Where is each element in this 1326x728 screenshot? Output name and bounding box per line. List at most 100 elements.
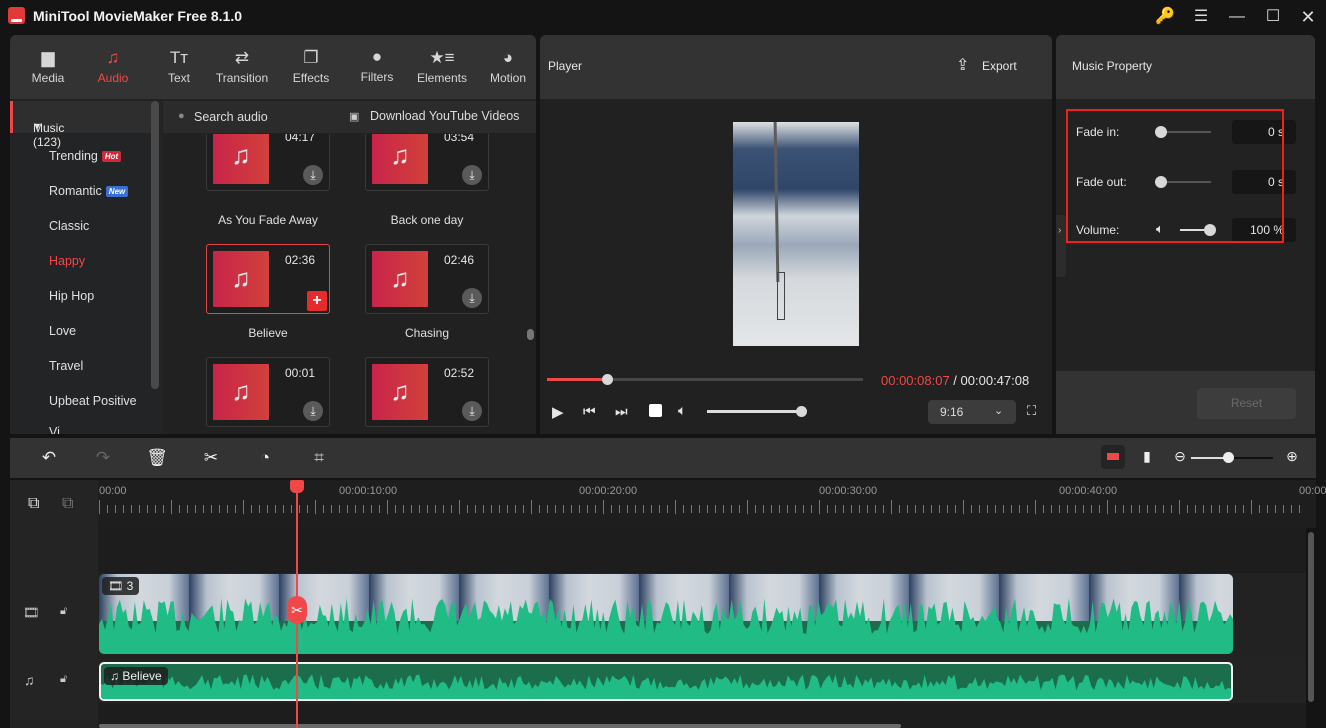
tab-transition[interactable]: ⇄ Transition	[211, 47, 273, 85]
ruler-tick	[427, 505, 428, 513]
ruler-tick	[667, 505, 668, 513]
split-button[interactable]: ✂	[199, 448, 223, 468]
speed-button[interactable]: ◔	[253, 448, 277, 468]
category-romantic[interactable]: Romantic New	[49, 184, 129, 198]
track-card[interactable]: 00:01⤓	[206, 357, 330, 427]
video-clip[interactable]: 🎞︎ 3	[99, 574, 1233, 654]
tab-media[interactable]: ▆ Media	[17, 47, 79, 85]
cable-line	[773, 122, 780, 283]
split-scissors-icon[interactable]: ✂	[287, 596, 307, 624]
volume-icon[interactable]: 🔈︎	[678, 402, 686, 419]
delete-button[interactable]: 🗑︎	[145, 448, 169, 468]
fullscreen-button[interactable]: ⛶	[1027, 403, 1036, 419]
search-input[interactable]: Search audio	[194, 110, 268, 124]
audio-clip-label: ♫ Believe	[104, 667, 168, 685]
category-trending[interactable]: Trending Hot	[49, 149, 122, 163]
ruler-tick	[371, 505, 372, 513]
ruler-label: 00:00:20:00	[579, 485, 638, 497]
category-partial[interactable]: Vi...	[49, 425, 70, 434]
ruler-tick	[1235, 505, 1236, 513]
timeline-ruler[interactable]: 00:00 00:00:10:00 00:00:20:00 00:00:30:00 00…	[10, 480, 1326, 528]
video-track-lock-icon[interactable]: 🔓︎	[60, 605, 67, 618]
ruler-tick	[907, 505, 908, 513]
music-category-header[interactable]: ▼ Music (123)	[10, 101, 152, 149]
zoom-in-button[interactable]: ⊕	[1280, 448, 1304, 465]
ruler-tick	[699, 505, 700, 513]
track-card[interactable]: 02:46⤓	[365, 244, 489, 314]
category-upbeat-positive[interactable]: Upbeat Positive	[49, 394, 137, 408]
timeline-horizontal-scrollbar[interactable]	[99, 724, 901, 728]
stop-button[interactable]	[649, 404, 662, 417]
reset-button[interactable]: Reset	[1197, 388, 1296, 419]
tab-elements[interactable]: ★≡ Elements	[411, 47, 473, 85]
play-button[interactable]: ▶	[552, 403, 564, 421]
menu-button[interactable]: ☰	[1190, 6, 1212, 28]
category-travel[interactable]: Travel	[49, 359, 83, 373]
download-icon[interactable]: ⤓	[303, 165, 323, 185]
ruler-tick	[627, 505, 628, 513]
download-icon[interactable]: ⤓	[462, 288, 482, 308]
next-frame-button[interactable]: ⏭	[615, 403, 628, 420]
ruler-tick	[219, 505, 220, 513]
redo-button[interactable]: ↷	[91, 448, 115, 468]
ruler-tick	[779, 505, 780, 513]
track-name: As You Fade Away	[218, 213, 318, 227]
music-thumbnail-icon	[372, 251, 428, 307]
category-love[interactable]: Love	[49, 324, 76, 338]
add-to-timeline-button[interactable]: +	[307, 291, 327, 311]
ruler-tick	[411, 505, 412, 513]
previous-frame-button[interactable]: ⏮	[583, 403, 596, 420]
add-track-button[interactable]: ⧉	[28, 495, 39, 513]
sidebar-scrollbar[interactable]	[151, 101, 159, 389]
crop-button[interactable]: ⌗	[307, 448, 331, 468]
download-icon[interactable]: ⤓	[303, 401, 323, 421]
download-youtube-button[interactable]: Download YouTube Videos	[370, 109, 519, 123]
aspect-ratio-dropdown[interactable]: 9:16 ⌄	[928, 400, 1016, 424]
zoom-out-button[interactable]: ⊖	[1168, 448, 1192, 465]
key-icon[interactable]: 🔑	[1154, 6, 1176, 28]
split-marker-button[interactable]	[1101, 445, 1125, 469]
audio-clip-believe[interactable]: ♫ Believe	[99, 662, 1233, 701]
ruler-tick	[99, 500, 100, 514]
tab-effects[interactable]: ❐ Effects	[280, 47, 342, 85]
close-button[interactable]: ✕	[1297, 6, 1319, 28]
category-classic[interactable]: Classic	[49, 219, 89, 233]
volume-slider[interactable]	[707, 410, 801, 413]
tab-audio[interactable]: ♫ Audio	[82, 47, 144, 85]
timeline-vertical-scrollbar[interactable]	[1308, 532, 1314, 702]
download-icon[interactable]: ⤓	[462, 165, 482, 185]
zoom-handle[interactable]	[1222, 452, 1234, 463]
ruler-tick	[1107, 500, 1108, 514]
track-card[interactable]: 04:17⤓	[206, 134, 330, 191]
playhead-handle[interactable]	[290, 480, 304, 493]
ruler-tick	[195, 505, 196, 513]
tab-text[interactable]: Tт Text	[148, 47, 210, 85]
audio-track-lock-icon[interactable]: 🔓︎	[60, 673, 67, 686]
ruler-tick	[1291, 505, 1292, 513]
track-card[interactable]: 02:52⤓	[365, 357, 489, 427]
ruler-tick	[363, 505, 364, 513]
collapse-handle[interactable]: ›	[1056, 215, 1066, 277]
volume-handle[interactable]	[796, 406, 807, 417]
ruler-tick	[531, 500, 532, 514]
download-icon[interactable]: ⤓	[462, 401, 482, 421]
ruler-tick	[115, 505, 116, 513]
minimize-button[interactable]: —	[1226, 6, 1248, 28]
ruler-tick	[571, 505, 572, 513]
remove-track-button[interactable]: ⧉	[62, 495, 73, 513]
fit-timeline-button[interactable]: ▮	[1135, 448, 1159, 465]
maximize-button[interactable]: ☐	[1262, 6, 1284, 28]
pylon	[777, 272, 785, 320]
category-hip-hop[interactable]: Hip Hop	[49, 289, 94, 303]
tab-filters[interactable]: ● Filters	[346, 46, 408, 84]
tab-motion[interactable]: ◕ Motion	[477, 47, 539, 85]
ruler-tick	[1275, 505, 1276, 513]
progress-handle[interactable]	[602, 374, 614, 385]
track-card-selected[interactable]: 02:36+	[206, 244, 330, 314]
grid-scrollbar[interactable]	[527, 329, 534, 340]
ruler-label: 00:00:40:00	[1059, 485, 1118, 497]
undo-button[interactable]: ↶	[37, 448, 61, 468]
ruler-tick	[419, 505, 420, 513]
track-card[interactable]: 03:54⤓	[365, 134, 489, 191]
category-happy[interactable]: Happy	[49, 254, 85, 268]
